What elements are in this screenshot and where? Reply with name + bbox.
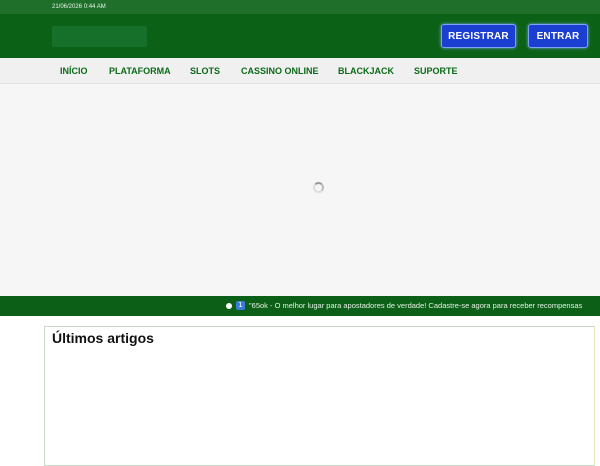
ticker-text: "65ok - O melhor lugar para apostadores … bbox=[249, 301, 583, 310]
latest-articles-panel: Últimos artigos bbox=[44, 326, 595, 466]
top-bar: 21/06/2026 0:44 AM bbox=[0, 0, 600, 14]
nav-item-plataforma[interactable]: PLATAFORMA bbox=[109, 58, 171, 84]
datetime-text: 21/06/2026 0:44 AM bbox=[52, 4, 106, 10]
nav-item-blackjack[interactable]: BLACKJACK bbox=[338, 58, 394, 84]
nav-item-inicio[interactable]: INÍCIO bbox=[60, 58, 88, 84]
nav-item-suporte[interactable]: SUPORTE bbox=[414, 58, 458, 84]
section-heading: Últimos artigos bbox=[52, 330, 154, 346]
logo[interactable] bbox=[52, 26, 147, 47]
nav-item-cassino-online[interactable]: CASSINO ONLINE bbox=[241, 58, 319, 84]
spinner-icon bbox=[313, 182, 324, 193]
site-header: REGISTRAR ENTRAR bbox=[0, 14, 600, 58]
login-button[interactable]: ENTRAR bbox=[528, 24, 588, 48]
main-nav: INÍCIO PLATAFORMA SLOTS CASSINO ONLINE B… bbox=[0, 58, 600, 84]
keycap-number-icon: 1 bbox=[236, 301, 245, 310]
nav-item-slots[interactable]: SLOTS bbox=[190, 58, 220, 84]
dot-icon bbox=[226, 303, 232, 309]
announcement-ticker: 1 "65ok - O melhor lugar para apostadore… bbox=[0, 296, 600, 316]
register-button[interactable]: REGISTRAR bbox=[441, 24, 516, 48]
hero-banner bbox=[0, 84, 600, 296]
